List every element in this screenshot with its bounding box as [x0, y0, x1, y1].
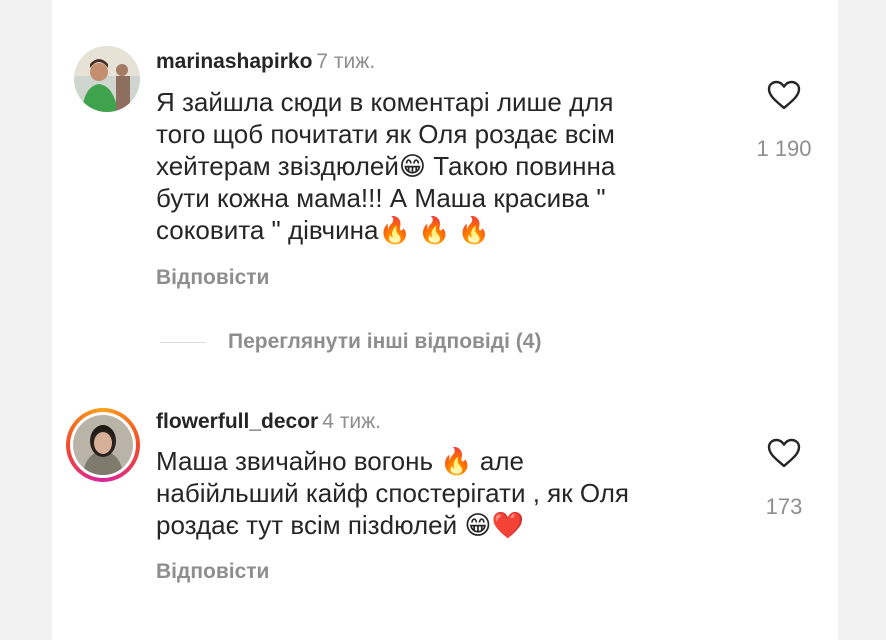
avatar-story-ring[interactable] [66, 408, 140, 482]
comment-text-line: хейтерам звіздюлей😁 Такою повинна [156, 151, 616, 181]
user-avatar-icon [74, 46, 140, 112]
avatar[interactable] [74, 46, 140, 112]
comments-panel: marinashapirko 7 тиж. Я зайшла сюди в ком… [52, 0, 838, 640]
comment-text-line: набійльший кайф спостерігати , як Оля [156, 478, 630, 508]
comment-username[interactable]: marinashapirko [156, 50, 312, 73]
heart-icon[interactable] [752, 438, 816, 468]
like-area: 173 [752, 438, 816, 520]
reply-button[interactable]: Відповісти [156, 560, 269, 584]
comment-text-line: того щоб почитати як Оля роздає всім [156, 119, 615, 149]
like-count: 1 190 [756, 136, 812, 161]
heart-icon[interactable] [752, 80, 816, 110]
comment-text-line: Маша звичайно вогонь 🔥 але [156, 446, 524, 476]
comment-meta: flowerfull_decor 4 тиж. [156, 410, 381, 434]
view-more-replies-label[interactable]: Переглянути інші відповіді (4) [228, 330, 541, 354]
comment-username[interactable]: flowerfull_decor [156, 410, 318, 433]
comment-text-line: Я зайшла сюди в коментарі лише для [156, 87, 614, 117]
reply-button[interactable]: Відповісти [156, 266, 269, 290]
comment-text-line: бути кожна мама!!! А Маша красива " [156, 183, 606, 213]
comment-text-line: соковита " дівчина🔥 🔥 🔥 [156, 215, 491, 245]
comment-time: 4 тиж. [322, 410, 381, 433]
comment-text: Маша звичайно вогонь 🔥 але набійльший ка… [156, 445, 716, 541]
view-more-replies[interactable]: Переглянути інші відповіді (4) [160, 330, 541, 354]
comment-text: Я зайшла сюди в коментарі лише для того … [156, 86, 716, 246]
like-count: 173 [765, 494, 803, 519]
user-avatar-icon [73, 415, 133, 475]
comment-text-line: роздає тут всім пізdюлей 😁❤️ [156, 510, 524, 540]
comment-time: 7 тиж. [316, 50, 376, 73]
comment-meta: marinashapirko 7 тиж. [156, 50, 375, 74]
view-more-divider [160, 341, 206, 343]
like-area: 1 190 [752, 80, 816, 162]
